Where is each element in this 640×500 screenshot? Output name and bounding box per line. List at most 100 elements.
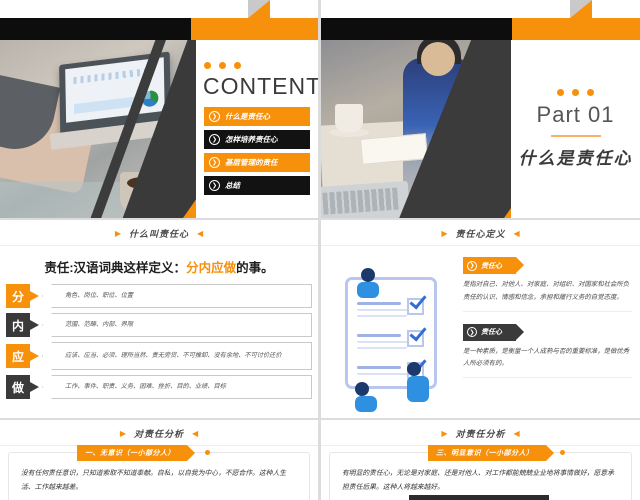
contents-title: CONTENTS	[203, 73, 318, 99]
orange-triangle-accent	[504, 198, 511, 218]
ribbon-dot-icon	[205, 450, 210, 455]
analysis-body: 没有任何责任意识，只知道索取不知道奉献。自私，以自我为中心，不愿合作。这种人生活…	[21, 470, 287, 492]
slide-analysis-left[interactable]: ▶ 对责任分析 ◀ 一、无意识（一小部分人） 没有任何责任意识，只知道索取不知道…	[0, 420, 318, 500]
laptop-keyboard	[322, 187, 400, 215]
clipboard-line	[357, 334, 401, 337]
part-number: Part 01	[536, 102, 615, 127]
figure-body	[407, 376, 429, 402]
arrow-right-icon	[30, 291, 42, 301]
contents-menu: ❯ 什么是责任心 ❯ 怎样培养责任心 ❯ 基层管理的责任 ❯ 总结	[204, 107, 318, 195]
slide-banner	[321, 0, 640, 40]
part-panel: Part 01 什么是责任心	[511, 40, 640, 218]
triangle-left-icon: ◀	[197, 229, 204, 238]
analysis-card: 一、无意识（一小部分人） 没有任何责任意识，只知道索取不知道奉献。自私，以自我为…	[8, 445, 310, 500]
contents-item-2[interactable]: ❯ 怎样培养责任心	[204, 130, 310, 149]
definition-rows: 分 角色、岗位、职位、位置 内 范围、范畴、内部、界限 应 应该、应当、必须、理…	[0, 284, 318, 399]
chevron-right-icon: ❯	[467, 260, 477, 271]
triangle-left-icon: ◀	[513, 229, 520, 238]
contents-item-4[interactable]: ❯ 总结	[204, 176, 310, 195]
part-subtitle: 什么是责任心	[518, 149, 633, 168]
concept-tag-1[interactable]: ❯ 责任心	[463, 257, 524, 274]
clipboard-line	[357, 373, 413, 375]
contents-item-1[interactable]: ❯ 什么是责任心	[204, 107, 310, 126]
part-photo	[321, 40, 511, 218]
triangle-right-icon: ▶	[119, 429, 126, 438]
clipboard-line	[357, 366, 401, 369]
clipboard-line	[357, 302, 401, 305]
clipboard-line	[357, 309, 413, 311]
laptop-shape	[321, 180, 411, 218]
definition-prefix: 责任:汉语词典这样定义：	[44, 261, 187, 275]
slide-header: ▶ 对责任分析 ◀	[321, 420, 640, 446]
figure-head	[355, 382, 369, 396]
banner-black-bar	[0, 18, 191, 40]
concept-paragraph-2: 是一种素质，是衡量一个人成熟与否的重要标准，是做优秀人所必须有的。	[463, 346, 632, 379]
figure-head	[407, 362, 421, 376]
concept-body: ❯ 责任心 是指对自己、对他人、对家庭、对组织、对国家和社会所负责任的认识、情感…	[321, 246, 640, 418]
analysis-ribbon: 三、明显意识（一小部分人）	[428, 445, 553, 461]
figure-body	[357, 282, 379, 298]
checklist-teamwork-illustration	[321, 246, 461, 418]
row-text: 工作、事件、职责、义务、困难、挫折、目的、业绩、目标	[65, 383, 226, 391]
figure-body	[355, 396, 377, 412]
slide-header: ▶ 对责任分析 ◀	[0, 420, 318, 446]
contents-photo	[0, 40, 196, 218]
slide-part-divider[interactable]: Part 01 什么是责任心	[321, 0, 640, 218]
concept-tag-label: 责任心	[481, 262, 502, 270]
figure-top	[357, 268, 379, 298]
slide-analysis-right[interactable]: ▶ 对责任分析 ◀ 三、明显意识（一小部分人） 有明显的责任心，无论是对家庭、还…	[321, 420, 640, 500]
definition-row[interactable]: 应 应该、应当、必须、理所当然、责无旁贷、不可推卸、没有余地、不可讨价还价	[6, 342, 312, 370]
row-text: 应该、应当、必须、理所当然、责无旁贷、不可推卸、没有余地、不可讨价还价	[65, 352, 282, 360]
banner-orange-bar	[190, 18, 318, 40]
row-content: 角色、岗位、职位、位置	[42, 284, 312, 308]
orange-triangle-accent	[183, 198, 196, 218]
clipboard-line	[357, 315, 407, 317]
row-key: 做	[6, 375, 30, 399]
slide-header-title: 对责任分析	[455, 429, 506, 439]
banner-orange-bar	[512, 18, 640, 40]
definition-suffix: 的事。	[236, 261, 274, 275]
slide-concept[interactable]: ▶ 责任心定义 ◀ ❯ 责任心 是指对自己、对他人、对家庭、对组织、对国家和社会…	[321, 220, 640, 418]
definition-row[interactable]: 内 范围、范畴、内部、界限	[6, 313, 312, 337]
slide-thumbnail-grid: CONTENTS ❯ 什么是责任心 ❯ 怎样培养责任心 ❯ 基层管理的责任 ❯ …	[0, 0, 640, 500]
contents-item-3[interactable]: ❯ 基层管理的责任	[204, 153, 310, 172]
contents-panel: CONTENTS ❯ 什么是责任心 ❯ 怎样培养责任心 ❯ 基层管理的责任 ❯ …	[196, 40, 318, 218]
arrow-right-icon	[30, 320, 42, 330]
figure-right	[407, 362, 429, 402]
contents-item-label: 怎样培养责任心	[225, 135, 278, 144]
definition-row[interactable]: 分 角色、岗位、职位、位置	[6, 284, 312, 308]
row-content: 应该、应当、必须、理所当然、责无旁贷、不可推卸、没有余地、不可讨价还价	[42, 342, 312, 370]
analysis-card: 三、明显意识（一小部分人） 有明显的责任心，无论是对家庭、还是对他人、对工作都能…	[329, 445, 632, 500]
three-dots-icon	[557, 89, 594, 96]
triangle-left-icon: ◀	[192, 429, 199, 438]
row-content: 范围、范畴、内部、界限	[42, 313, 312, 337]
chevron-right-icon: ❯	[209, 180, 220, 191]
concept-paragraph-1: 是指对自己、对他人、对家庭、对组织、对国家和社会所负责任的认识、情感和信念，承担…	[463, 279, 632, 312]
bottom-bar-accent	[409, 495, 549, 500]
slide-header-title: 对责任分析	[133, 429, 184, 439]
contents-item-label: 什么是责任心	[225, 112, 270, 121]
banner-black-bar	[321, 18, 513, 40]
row-text: 范围、范畴、内部、界限	[65, 321, 134, 329]
banner-white-top	[349, 0, 570, 18]
analysis-ribbon: 一、无意识（一小部分人）	[77, 445, 195, 461]
chevron-right-icon: ❯	[209, 134, 220, 145]
concept-tag-2[interactable]: ❯ 责任心	[463, 323, 524, 341]
part-divider-rule	[550, 135, 601, 137]
row-text: 角色、岗位、职位、位置	[65, 292, 134, 300]
definition-row[interactable]: 做 工作、事件、职责、义务、困难、挫折、目的、业绩、目标	[6, 375, 312, 399]
row-content: 工作、事件、职责、义务、困难、挫折、目的、业绩、目标	[42, 375, 312, 399]
chevron-right-icon: ❯	[209, 111, 220, 122]
row-key: 内	[6, 313, 30, 337]
triangle-right-icon: ▶	[114, 229, 121, 238]
slide-definition[interactable]: ▶ 什么叫责任心 ◀ 责任:汉语词典这样定义：分内应做的事。 分 角色、岗位、职…	[0, 220, 318, 418]
concept-tag-label: 责任心	[481, 329, 502, 337]
contents-item-label: 总结	[225, 181, 240, 190]
clipboard-line	[357, 347, 407, 349]
slide-contents[interactable]: CONTENTS ❯ 什么是责任心 ❯ 怎样培养责任心 ❯ 基层管理的责任 ❯ …	[0, 0, 318, 218]
arrow-right-icon	[30, 351, 42, 361]
chevron-right-icon: ❯	[209, 157, 220, 168]
arrow-right-icon	[30, 382, 42, 392]
ribbon-dot-icon	[560, 450, 565, 455]
figure-head	[361, 268, 375, 282]
